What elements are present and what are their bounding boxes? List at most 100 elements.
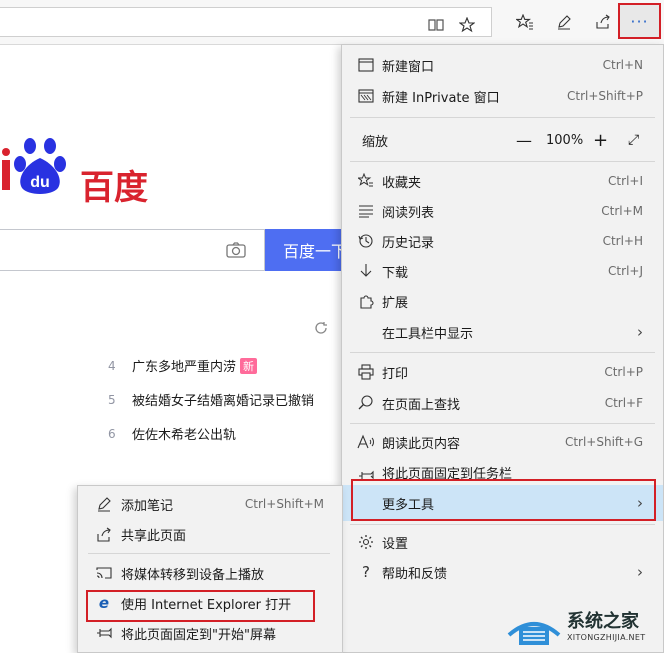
favorites-bar-icon[interactable]	[510, 5, 540, 39]
menu-item-read-aloud[interactable]: 朗读此页内容 Ctrl+Shift+G	[342, 427, 663, 457]
hot-rank: 5	[108, 392, 116, 407]
menu-item-extensions[interactable]: 扩展	[342, 286, 663, 316]
zoom-in-button[interactable]: +	[593, 130, 608, 151]
cast-icon	[94, 563, 114, 583]
menu-item-new-inprivate[interactable]: 新建 InPrivate 窗口 Ctrl+Shift+P	[342, 81, 663, 111]
menu-item-pin-taskbar[interactable]: 将此页面固定到任务栏	[342, 457, 663, 487]
chevron-right-icon: ›	[637, 563, 643, 581]
download-icon	[356, 261, 376, 281]
more-actions-button[interactable]: ···	[618, 3, 661, 39]
new-badge: 新	[240, 357, 258, 374]
camera-icon[interactable]	[226, 241, 246, 263]
submenu-item-open-ie[interactable]: e 使用 Internet Explorer 打开	[78, 589, 342, 617]
menu-divider	[350, 423, 655, 424]
hot-title[interactable]: 被结婚女子结婚离婚记录已撤销	[132, 390, 314, 409]
svg-text:du: du	[30, 174, 50, 191]
menu-label: 在页面上查找	[382, 397, 461, 413]
more-tools-submenu: 添加笔记 Ctrl+Shift+M 共享此页面 将媒体转移到设备上播放 e 使用…	[77, 485, 343, 653]
menu-shortcut: Ctrl+J	[608, 264, 643, 278]
question-icon: ?	[362, 563, 370, 581]
fullscreen-icon[interactable]: ⤢	[628, 132, 639, 148]
menu-shortcut: Ctrl+H	[602, 234, 643, 248]
hot-rank: 6	[108, 426, 116, 441]
menu-item-help[interactable]: ? 帮助和反馈 ›	[342, 557, 663, 587]
watermark-url: XITONGZHIJIA.NET	[567, 633, 646, 642]
share-icon	[94, 524, 114, 544]
menu-shortcut: Ctrl+N	[602, 58, 643, 72]
read-aloud-icon	[356, 432, 376, 452]
list-item[interactable]: 6 佐佐木希老公出轨	[108, 424, 236, 444]
submenu-shortcut: Ctrl+Shift+M	[244, 497, 324, 511]
extensions-icon	[356, 291, 376, 311]
menu-label: 打印	[382, 366, 409, 382]
pin-icon	[356, 462, 376, 482]
refresh-icon[interactable]	[314, 320, 328, 339]
zoom-out-button[interactable]: —	[516, 131, 532, 150]
site-watermark: 系统之家 XITONGZHIJIA.NET	[505, 605, 660, 651]
chevron-right-icon: ›	[637, 323, 643, 341]
menu-item-downloads[interactable]: 下载 Ctrl+J	[342, 256, 663, 286]
submenu-item-cast[interactable]: 将媒体转移到设备上播放	[78, 559, 342, 587]
menu-item-print[interactable]: 打印 Ctrl+P	[342, 357, 663, 387]
submenu-label: 添加笔记	[121, 498, 174, 514]
favorites-icon	[356, 171, 376, 191]
hot-rank: 4	[108, 358, 116, 373]
menu-label: 朗读此页内容	[382, 436, 461, 452]
menu-item-settings[interactable]: 设置	[342, 527, 663, 557]
menu-label: 新建 InPrivate 窗口	[382, 90, 500, 106]
search-input[interactable]	[0, 229, 265, 271]
share-icon[interactable]	[588, 5, 618, 39]
list-item[interactable]: 4 广东多地严重内涝 新	[108, 356, 258, 375]
menu-label: 帮助和反馈	[382, 566, 448, 582]
menu-shortcut: Ctrl+Shift+P	[567, 89, 643, 103]
chevron-right-icon: ›	[637, 494, 643, 512]
menu-divider	[350, 161, 655, 162]
menu-label: 收藏夹	[382, 175, 422, 191]
menu-label: 缩放	[362, 134, 389, 150]
menu-item-more-tools[interactable]: 更多工具 ›	[342, 485, 663, 521]
submenu-item-add-notes[interactable]: 添加笔记 Ctrl+Shift+M	[78, 490, 342, 518]
baidu-logo: du	[0, 132, 80, 206]
submenu-item-share[interactable]: 共享此页面	[78, 520, 342, 548]
menu-shortcut: Ctrl+P	[604, 365, 643, 379]
menu-item-history[interactable]: 历史记录 Ctrl+H	[342, 226, 663, 256]
hot-title[interactable]: 广东多地严重内涝	[132, 356, 236, 375]
baidu-search-button[interactable]: 百度一下	[265, 229, 341, 271]
star-icon[interactable]	[455, 15, 479, 35]
menu-shortcut: Ctrl+M	[601, 204, 643, 218]
internet-explorer-icon: e	[98, 594, 110, 612]
submenu-label: 使用 Internet Explorer 打开	[121, 597, 292, 613]
menu-divider	[88, 553, 330, 554]
menu-label: 将此页面固定到任务栏	[382, 466, 513, 482]
submenu-item-pin-start[interactable]: 将此页面固定到"开始"屏幕	[78, 619, 342, 647]
reading-view-icon[interactable]	[424, 15, 448, 35]
menu-label: 阅读列表	[382, 205, 435, 221]
submenu-label: 共享此页面	[121, 528, 187, 544]
watermark-logo	[507, 622, 561, 645]
list-item[interactable]: 5 被结婚女子结婚离婚记录已撤销	[108, 390, 314, 410]
menu-divider	[350, 117, 655, 118]
pen-icon	[94, 494, 114, 514]
menu-divider	[350, 352, 655, 353]
menu-item-find[interactable]: 在页面上查找 Ctrl+F	[342, 388, 663, 418]
menu-item-zoom: 缩放 — 100% + ⤢	[342, 125, 663, 155]
history-icon	[356, 231, 376, 251]
window-icon	[356, 55, 376, 75]
pen-icon[interactable]	[549, 5, 579, 39]
hot-title[interactable]: 佐佐木希老公出轨	[132, 424, 236, 443]
menu-label: 设置	[382, 536, 409, 552]
baidu-logo-text: 百度	[80, 168, 148, 208]
menu-shortcut: Ctrl+I	[608, 174, 643, 188]
menu-label: 扩展	[382, 295, 409, 311]
menu-item-show-in-toolbar[interactable]: 在工具栏中显示 ›	[342, 317, 663, 347]
menu-item-new-window[interactable]: 新建窗口 Ctrl+N	[342, 50, 663, 80]
menu-shortcut: Ctrl+F	[604, 396, 643, 410]
menu-item-favorites[interactable]: 收藏夹 Ctrl+I	[342, 166, 663, 196]
menu-divider	[350, 524, 655, 525]
browser-toolbar: ···	[0, 0, 664, 45]
print-icon	[356, 362, 376, 382]
pin-icon	[94, 623, 114, 643]
watermark-title: 系统之家	[567, 611, 639, 632]
address-bar[interactable]	[0, 7, 492, 37]
menu-item-reading-list[interactable]: 阅读列表 Ctrl+M	[342, 196, 663, 226]
